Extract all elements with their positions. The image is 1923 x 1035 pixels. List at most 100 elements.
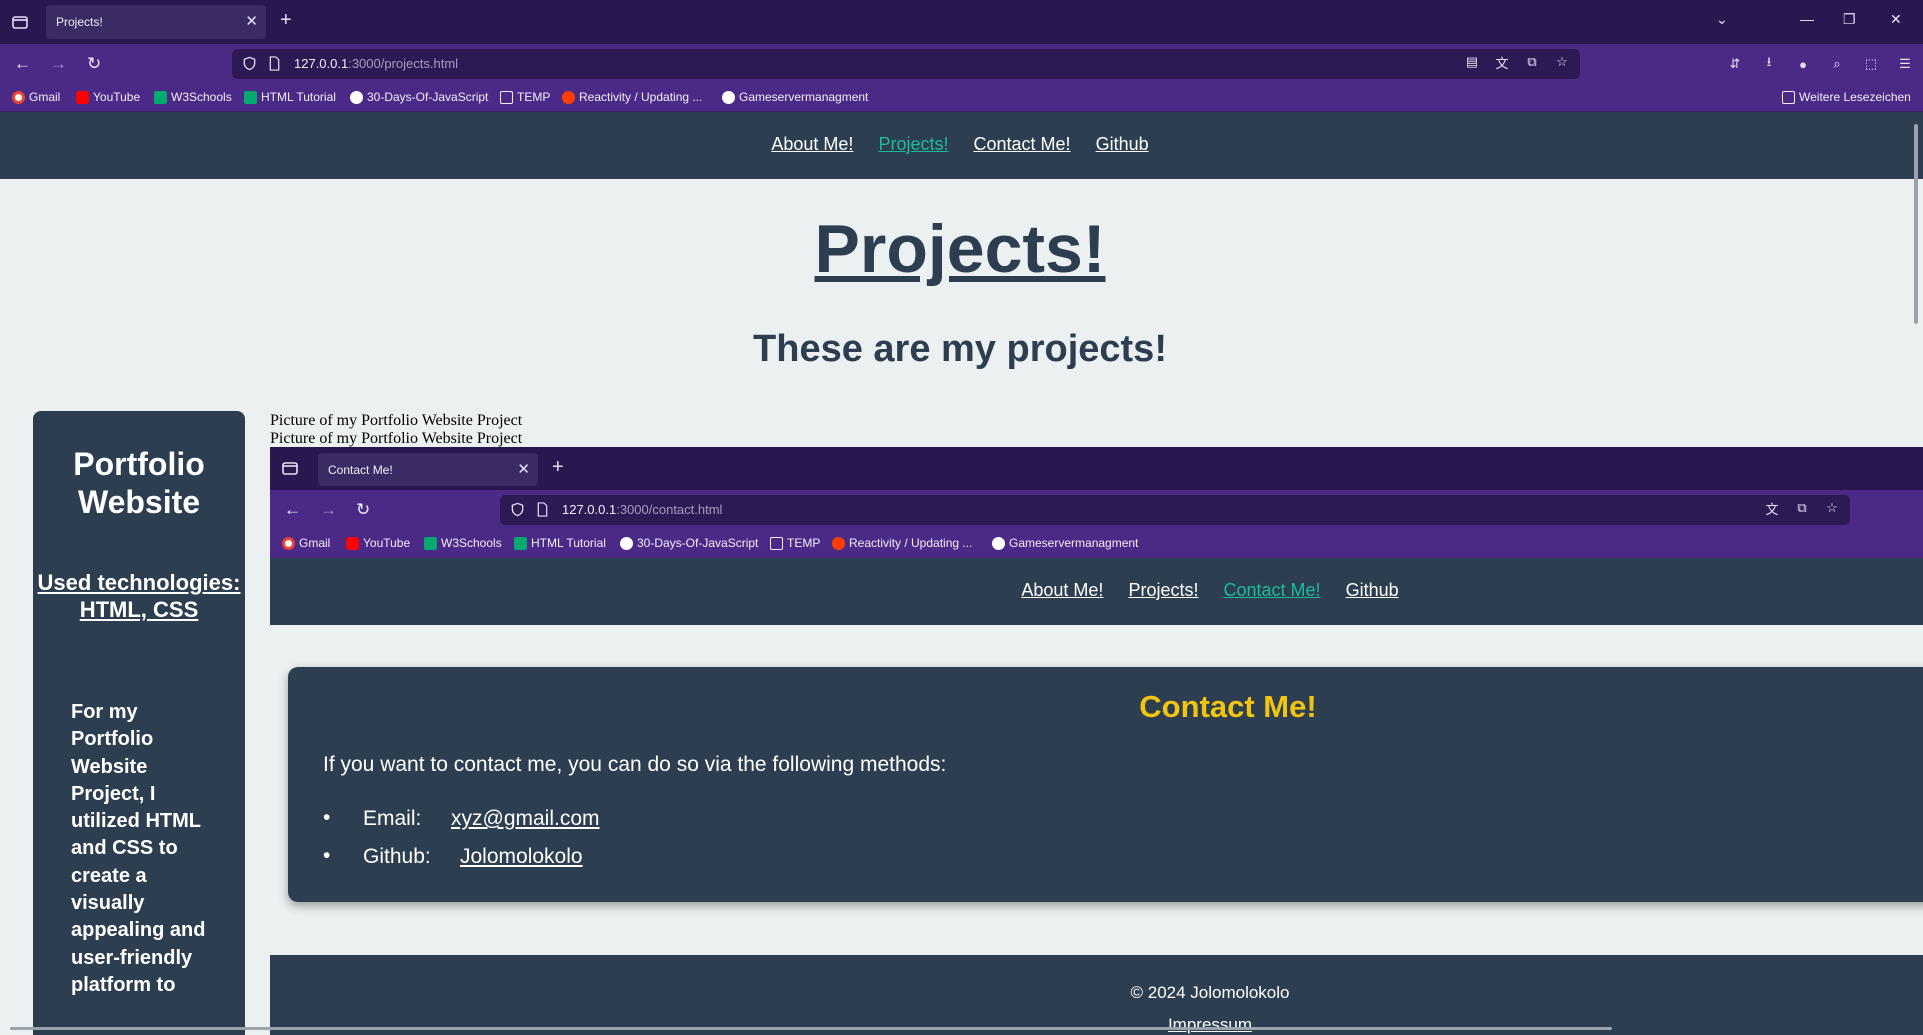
- project-technologies: Used technologies: HTML, CSS: [37, 570, 241, 622]
- reload-icon[interactable]: ↻: [87, 54, 101, 74]
- page-icon: [268, 56, 281, 76]
- page-translate-icon[interactable]: ⧉: [1524, 54, 1540, 70]
- svelte-icon: [562, 90, 575, 104]
- bookmark-youtube[interactable]: YouTube: [76, 90, 140, 104]
- nav-about[interactable]: About Me!: [771, 134, 853, 154]
- bookmark-star-icon[interactable]: ☆: [1554, 54, 1570, 70]
- bookmark-w3schools[interactable]: W3Schools: [154, 90, 232, 104]
- bookmark-reactivity[interactable]: Reactivity / Updating ...: [562, 90, 702, 104]
- forward-icon[interactable]: →: [50, 54, 67, 74]
- bookmark-star-icon: ☆: [1826, 500, 1838, 515]
- svelte-icon: [832, 536, 845, 550]
- embedded-nav-projects: Projects!: [1128, 580, 1199, 600]
- bookmark-youtube: YouTube: [346, 536, 410, 550]
- embedded-footer: © 2024 Jolomolokolo Impressum: [270, 955, 1923, 1035]
- bookmark-reactivity: Reactivity / Updating ...: [832, 536, 972, 550]
- embedded-tab-bar: Contact Me! ✕ +: [270, 447, 1923, 490]
- account-icon[interactable]: ●: [1795, 56, 1811, 72]
- image-alt-text: Picture of my Portfolio Website Project: [270, 430, 523, 447]
- address-bar[interactable]: 127.0.0.1:3000/projects.html ▤ 文 ⧉ ☆: [232, 49, 1580, 79]
- bookmark-temp[interactable]: TEMP: [500, 90, 550, 104]
- project-card: Portfolio Website Used technologies: HTM…: [33, 411, 245, 1035]
- bookmark-w3schools: W3Schools: [424, 536, 502, 550]
- translate-icon: 文: [1765, 501, 1779, 517]
- downloads-icon[interactable]: ⭳: [1761, 54, 1777, 72]
- site-nav: About Me! Projects! Contact Me! Github: [0, 134, 1920, 155]
- bookmark-html-tutorial[interactable]: HTML Tutorial: [244, 90, 336, 104]
- bookmark-gmail[interactable]: Gmail: [12, 90, 60, 104]
- embedded-tab-title: Contact Me!: [328, 463, 393, 477]
- w3schools-icon: [514, 536, 527, 550]
- embedded-address-bar: 127.0.0.1:3000/contact.html 文 ⧉ ☆: [500, 495, 1850, 525]
- bookmark-gameservermanagment[interactable]: Gameservermanagment: [722, 90, 868, 104]
- page-icon: [536, 502, 549, 522]
- back-icon[interactable]: ←: [14, 54, 31, 74]
- close-tab-icon[interactable]: ✕: [245, 12, 258, 30]
- bookmark-html-tutorial: HTML Tutorial: [514, 536, 606, 550]
- youtube-icon: [346, 536, 359, 550]
- tab-list-icon: [280, 458, 300, 478]
- contact-card: Contact Me! If you want to contact me, y…: [288, 667, 1923, 902]
- menu-icon[interactable]: ☰: [1897, 56, 1913, 72]
- project-description: For my Portfolio Website Project, I util…: [71, 701, 206, 996]
- browser-tab-active[interactable]: Projects! ✕: [46, 5, 266, 39]
- embedded-url-text: 127.0.0.1:3000/contact.html: [562, 502, 723, 517]
- page-subtitle: These are my projects!: [753, 328, 1167, 370]
- w3schools-icon: [244, 90, 257, 104]
- nav-projects[interactable]: Projects!: [878, 134, 948, 154]
- github-link: Jolomolokolo: [460, 845, 583, 868]
- shield-icon: [510, 502, 525, 522]
- page-title: Projects!: [814, 211, 1106, 287]
- bookmark-gameservermanagment: Gameservermanagment: [992, 536, 1138, 550]
- restore-icon[interactable]: ❐: [1843, 11, 1856, 28]
- close-tab-icon: ✕: [517, 461, 530, 478]
- other-bookmarks[interactable]: Weitere Lesezeichen: [1782, 90, 1911, 104]
- sync-icon[interactable]: ⇵: [1727, 56, 1743, 72]
- w3schools-icon: [424, 536, 437, 550]
- vertical-scrollbar[interactable]: [1914, 124, 1918, 324]
- folder-icon: [500, 90, 513, 104]
- bookmark-temp: TEMP: [770, 536, 820, 550]
- github-icon: [350, 90, 363, 104]
- new-tab-icon[interactable]: +: [280, 9, 292, 32]
- embedded-tab: Contact Me! ✕: [318, 453, 538, 486]
- nav-contact[interactable]: Contact Me!: [974, 134, 1071, 154]
- google-icon: [12, 90, 25, 104]
- embedded-toolbar: ← → ↻ 127.0.0.1:3000/contact.html 文 ⧉ ☆: [270, 490, 1923, 530]
- github-icon: [620, 536, 633, 550]
- back-icon: ←: [284, 500, 301, 519]
- contact-title: Contact Me!: [1139, 689, 1317, 724]
- chevron-down-icon[interactable]: ⌄: [1716, 11, 1728, 28]
- embedded-bookmarks-bar: Gmail YouTube W3Schools HTML Tutorial 30…: [270, 530, 1923, 558]
- embedded-nav-github: Github: [1345, 580, 1399, 600]
- embedded-nav-about: About Me!: [1021, 580, 1104, 600]
- email-link: xyz@gmail.com: [451, 807, 600, 830]
- site-header: About Me! Projects! Contact Me! Github: [0, 112, 1923, 179]
- shield-icon[interactable]: [242, 56, 257, 76]
- url-text[interactable]: 127.0.0.1:3000/projects.html: [294, 56, 458, 71]
- bookmark-gmail: Gmail: [282, 536, 330, 550]
- contact-intro: If you want to contact me, you can do so…: [323, 753, 947, 776]
- github-icon: [992, 536, 1005, 550]
- embedded-site-header: About Me! Projects! Contact Me! Github: [270, 558, 1923, 625]
- horizontal-scrollbar[interactable]: [10, 1027, 1612, 1030]
- bookmark-30-days-js[interactable]: 30-Days-Of-JavaScript: [350, 90, 488, 104]
- page-translate-icon: ⧉: [1797, 500, 1807, 515]
- project-title: Portfolio Website: [73, 446, 205, 520]
- nav-github[interactable]: Github: [1096, 134, 1149, 154]
- footer-impressum: Impressum: [1167, 1015, 1253, 1034]
- bookmark-30-days-js: 30-Days-Of-JavaScript: [620, 536, 758, 550]
- tab-list-icon[interactable]: [10, 12, 30, 32]
- search-icon[interactable]: ⌕: [1829, 56, 1845, 72]
- tab-title: Projects!: [56, 15, 103, 29]
- translate-icon[interactable]: 文: [1494, 54, 1510, 71]
- embedded-site-nav: About Me! Projects! Contact Me! Github: [270, 580, 1923, 601]
- minimize-icon[interactable]: —: [1800, 11, 1814, 27]
- footer-copyright: © 2024 Jolomolokolo: [1130, 983, 1290, 1002]
- extensions-icon[interactable]: ⬚: [1863, 56, 1879, 72]
- browser-toolbar: ← → ↻ 127.0.0.1:3000/projects.html ▤ 文 ⧉…: [0, 44, 1923, 84]
- close-window-icon[interactable]: ✕: [1890, 11, 1902, 28]
- reader-view-icon[interactable]: ▤: [1464, 54, 1480, 70]
- bookmarks-bar: Gmail YouTube W3Schools HTML Tutorial 30…: [0, 84, 1923, 112]
- reload-icon: ↻: [356, 500, 371, 519]
